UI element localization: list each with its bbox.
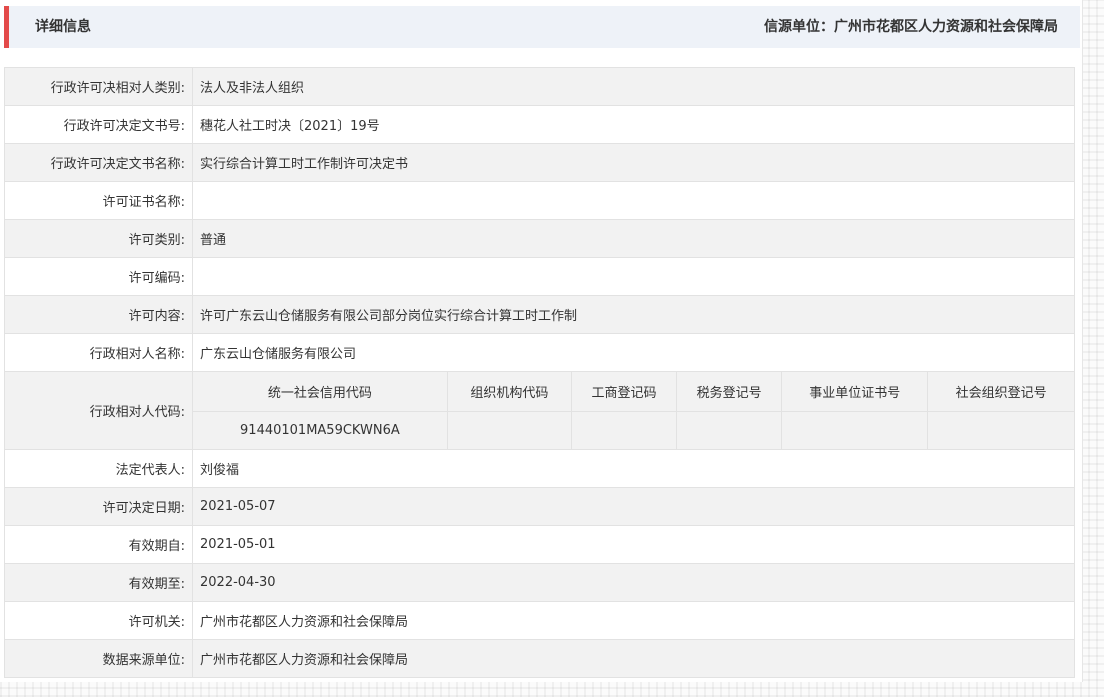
- field-label: 许可编码:: [4, 257, 193, 296]
- table-row: 许可机关: 广州市花都区人力资源和社会保障局: [4, 601, 1075, 640]
- field-label: 行政相对人名称:: [4, 333, 193, 372]
- field-label: 行政许可决相对人类别:: [4, 67, 193, 106]
- table-row: 行政许可决相对人类别: 法人及非法人组织: [4, 67, 1075, 106]
- field-value: 实行综合计算工时工作制许可决定书: [192, 143, 1075, 182]
- field-value: 穗花人社工时决〔2021〕19号: [192, 105, 1075, 144]
- field-value: [192, 181, 1075, 220]
- code-header: 社会组织登记号: [927, 372, 1074, 412]
- code-cell: 统一社会信用代码 组织机构代码 工商登记码 税务登记号 事业单位证书号 社会组织…: [192, 371, 1075, 450]
- field-label: 有效期至:: [4, 563, 193, 602]
- field-label: 许可类别:: [4, 219, 193, 258]
- code-value: [570, 411, 678, 449]
- field-label: 法定代表人:: [4, 449, 193, 488]
- table-row: 许可编码:: [4, 257, 1075, 296]
- source-unit: 信源单位：广州市花都区人力资源和社会保障局: [764, 19, 1058, 35]
- detail-table: 行政许可决相对人类别: 法人及非法人组织 行政许可决定文书号: 穗花人社工时决〔…: [4, 67, 1075, 678]
- code-value: [927, 411, 1074, 449]
- field-value: 普通: [192, 219, 1075, 258]
- table-row: 行政相对人名称: 广东云山仓储服务有限公司: [4, 333, 1075, 372]
- code-header: 工商登记码: [570, 372, 678, 412]
- code-value: [781, 411, 929, 449]
- code-value: [676, 411, 783, 449]
- table-row: 有效期至: 2022-04-30: [4, 563, 1075, 602]
- table-row: 许可类别: 普通: [4, 219, 1075, 258]
- field-value: 2022-04-30: [192, 563, 1075, 602]
- field-label: 许可决定日期:: [4, 487, 193, 526]
- field-label: 许可内容:: [4, 295, 193, 334]
- code-header-row: 统一社会信用代码 组织机构代码 工商登记码 税务登记号 事业单位证书号 社会组织…: [193, 372, 1074, 412]
- table-row: 许可证书名称:: [4, 181, 1075, 220]
- code-header: 组织机构代码: [446, 372, 572, 412]
- field-label: 有效期自:: [4, 525, 193, 564]
- code-header: 税务登记号: [676, 372, 783, 412]
- header-title: 详细信息: [35, 19, 91, 35]
- field-value: [192, 257, 1075, 296]
- field-label: 行政相对人代码:: [4, 371, 193, 450]
- code-subtable: 统一社会信用代码 组织机构代码 工商登记码 税务登记号 事业单位证书号 社会组织…: [193, 372, 1074, 449]
- field-value: 广州市花都区人力资源和社会保障局: [192, 639, 1075, 678]
- field-label: 行政许可决定文书名称:: [4, 143, 193, 182]
- field-value: 广东云山仓储服务有限公司: [192, 333, 1075, 372]
- code-value: 91440101MA59CKWN6A: [193, 411, 448, 449]
- code-value: [446, 411, 572, 449]
- detail-header: 详细信息 信源单位：广州市花都区人力资源和社会保障局: [4, 6, 1080, 48]
- table-row: 法定代表人: 刘俊福: [4, 449, 1075, 488]
- code-row: 行政相对人代码: 统一社会信用代码 组织机构代码 工商登记码 税务登记号 事业单…: [4, 371, 1075, 450]
- table-row: 许可决定日期: 2021-05-07: [4, 487, 1075, 526]
- table-row: 行政许可决定文书名称: 实行综合计算工时工作制许可决定书: [4, 143, 1075, 182]
- table-row: 行政许可决定文书号: 穗花人社工时决〔2021〕19号: [4, 105, 1075, 144]
- field-label: 许可证书名称:: [4, 181, 193, 220]
- table-row: 许可内容: 许可广东云山仓储服务有限公司部分岗位实行综合计算工时工作制: [4, 295, 1075, 334]
- code-header: 统一社会信用代码: [193, 372, 448, 412]
- field-label: 许可机关:: [4, 601, 193, 640]
- code-value-row: 91440101MA59CKWN6A: [193, 411, 1074, 449]
- field-label: 行政许可决定文书号:: [4, 105, 193, 144]
- field-value: 2021-05-01: [192, 525, 1075, 564]
- code-header: 事业单位证书号: [781, 372, 929, 412]
- table-row: 数据来源单位: 广州市花都区人力资源和社会保障局: [4, 639, 1075, 678]
- field-label: 数据来源单位:: [4, 639, 193, 678]
- field-value: 法人及非法人组织: [192, 67, 1075, 106]
- field-value: 广州市花都区人力资源和社会保障局: [192, 601, 1075, 640]
- field-value: 许可广东云山仓储服务有限公司部分岗位实行综合计算工时工作制: [192, 295, 1075, 334]
- table-row: 有效期自: 2021-05-01: [4, 525, 1075, 564]
- field-value: 2021-05-07: [192, 487, 1075, 526]
- field-value: 刘俊福: [192, 449, 1075, 488]
